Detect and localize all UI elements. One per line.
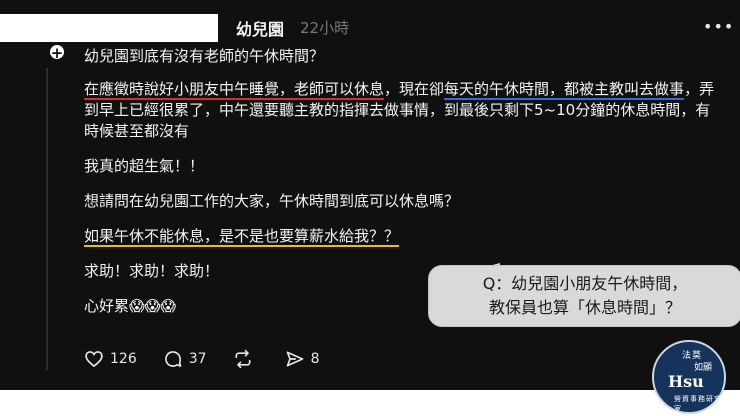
comment-count: 37	[188, 351, 207, 367]
blue-underlined-text-1: 每天的午休時間，都被主教	[444, 80, 625, 100]
yellow-underlined-text: 如果午休不能休息，是不是也要算薪水給我？？	[84, 227, 400, 247]
post-salary-line: 如果午休不能休息，是不是也要算薪水給我？？	[84, 226, 724, 247]
threads-post: + 幼兒園 22小時 ••• 幼兒園到底有沒有老師的午休時間？ 在應徵時說好小朋…	[0, 0, 740, 390]
share-button[interactable]: 8	[285, 349, 320, 369]
comment-bubble-icon	[164, 351, 182, 367]
watermark-seal: 法莫 如顯 Hsu 勞資事務研究室	[652, 340, 726, 414]
callout-line-2: 教保員也算「休息時間」？	[488, 298, 681, 317]
heart-icon	[85, 351, 103, 368]
red-underlined-text: 在應徵時說好小朋友中午睡覺，老師可以休息	[84, 80, 385, 100]
post-timestamp: 22小時	[300, 19, 350, 37]
blue-underlined-text-2: 叫去做事	[624, 80, 685, 100]
like-button[interactable]: 126	[84, 349, 137, 369]
post-paragraph-1: 在應徵時說好小朋友中午睡覺，老師可以休息，現在卻每天的午休時間，都被主教叫去做事…	[84, 79, 724, 142]
callout-bubble: Q：幼兒園小朋友午休時間， 教保員也算「休息時間」？	[428, 265, 740, 327]
share-count: 8	[310, 351, 320, 367]
avatar[interactable]: +	[26, 36, 70, 66]
more-dots-icon[interactable]: •••	[703, 17, 734, 36]
comment-button[interactable]: 37	[163, 349, 207, 369]
post-question-line: 想請問在幼兒園工作的大家，午休時間到底可以休息嗎？	[84, 192, 460, 210]
repost-button[interactable]	[233, 349, 259, 369]
thread-line	[46, 68, 48, 370]
callout-line-1: Q：幼兒園小朋友午休時間，	[482, 274, 688, 293]
post-title: 幼兒園到底有沒有老師的午休時間？	[84, 47, 325, 65]
like-count: 126	[110, 351, 137, 367]
send-icon	[286, 351, 303, 367]
follow-plus-icon[interactable]: +	[48, 43, 66, 62]
repost-icon	[235, 349, 251, 369]
post-actions: 126 37 8	[84, 349, 319, 369]
post-angry-line: 我真的超生氣！！	[84, 157, 205, 175]
para1-mid: ，現在卻	[384, 80, 445, 98]
post-username[interactable]: 幼兒園	[236, 16, 284, 40]
